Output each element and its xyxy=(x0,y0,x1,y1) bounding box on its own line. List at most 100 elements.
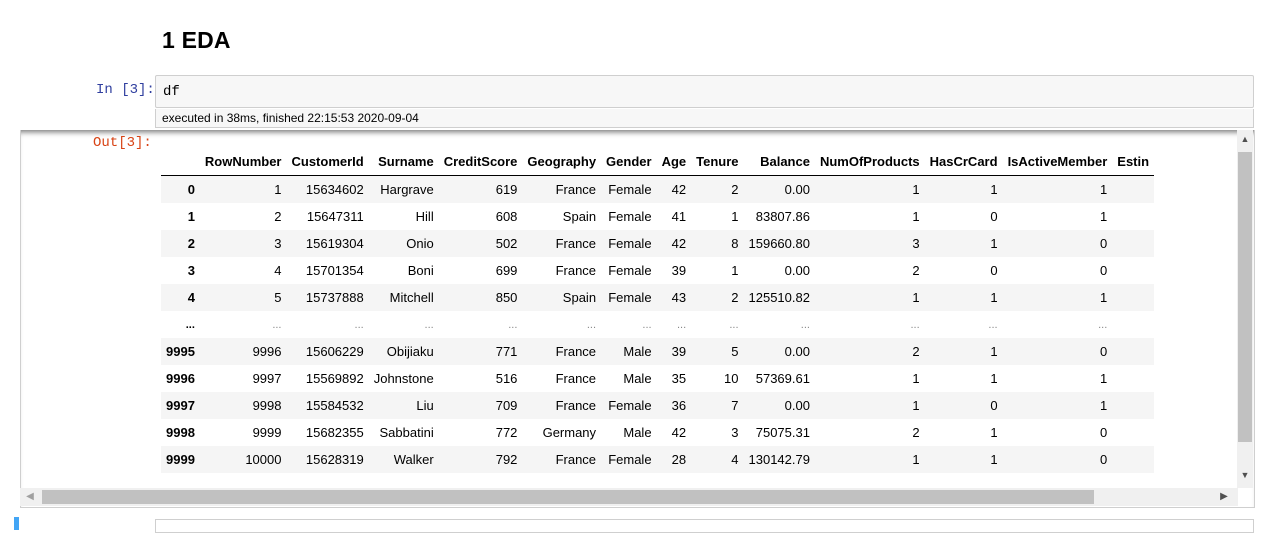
column-header: Tenure xyxy=(691,147,744,176)
table-cell: 0 xyxy=(1100,425,1108,440)
vertical-scroll-thumb[interactable] xyxy=(1238,152,1252,442)
column-header: Estin xyxy=(1112,147,1155,176)
table-cell: Male xyxy=(623,344,652,359)
vertical-scrollbar[interactable]: ▲ ▼ xyxy=(1237,130,1253,488)
row-index: 9995 xyxy=(166,344,195,359)
table-cell: 0.00 xyxy=(784,398,810,413)
table-cell xyxy=(1112,176,1154,204)
output-prompt: Out[3]: xyxy=(93,135,152,151)
table-cell: Walker xyxy=(393,452,434,467)
table-cell: 15569892 xyxy=(305,371,364,386)
table-cell: 1 xyxy=(990,425,998,440)
table-cell: 502 xyxy=(495,236,518,251)
table-cell: 1 xyxy=(990,182,998,197)
table-cell: 9999 xyxy=(252,425,282,440)
table-row: 2 3 15619304 Onio 502 France Female 42 8 159660.8… xyxy=(161,230,1155,257)
next-code-cell[interactable] xyxy=(155,519,1254,533)
table-row: 1 2 15647311 Hill 608 Spain Female 41 1 83807.86 1… xyxy=(161,203,1154,230)
table-cell: France xyxy=(555,236,597,251)
table-cell: France xyxy=(555,344,597,359)
table-cell: 709 xyxy=(495,398,518,413)
table-cell: 2 xyxy=(274,209,282,224)
code-cell-editor[interactable]: df xyxy=(155,75,1254,108)
table-cell: Johnstone xyxy=(373,371,434,386)
horizontal-scroll-thumb[interactable] xyxy=(42,490,1094,504)
table-cell: 4 xyxy=(731,452,739,467)
table-cell: Female xyxy=(608,182,652,197)
dataframe-table: RowNumber CustomerId Surname CreditScore Geo… xyxy=(161,147,1155,473)
row-index: 9996 xyxy=(166,371,195,386)
column-header: NumOfProducts xyxy=(814,147,925,176)
scroll-left-icon[interactable]: ◀ xyxy=(22,488,38,506)
table-cell: 1 xyxy=(990,236,998,251)
table-cell xyxy=(1112,203,1154,230)
horizontal-scrollbar[interactable]: ◀ ▶ xyxy=(20,488,1238,506)
table-cell: 619 xyxy=(495,182,518,197)
table-cell: 15634602 xyxy=(305,182,364,197)
table-row: 0 1 15634602 Hargrave 619 France Female 42 2 0.00… xyxy=(161,175,1155,204)
table-cell: 1 xyxy=(912,209,920,224)
table-row: ....................................... xyxy=(161,311,1154,338)
table-cell: 15647311 xyxy=(306,209,364,224)
table-cell: 0 xyxy=(990,209,998,224)
table-cell: 771 xyxy=(495,344,518,359)
table-cell: 2 xyxy=(731,182,739,197)
table-cell: Boni xyxy=(407,263,434,278)
scroll-down-icon[interactable]: ▼ xyxy=(1237,468,1253,482)
table-cell: 0 xyxy=(1100,452,1108,467)
table-cell: 2 xyxy=(731,290,739,305)
table-row: 9997 9998 15584532 Liu 709 France Female 36 7 0.0… xyxy=(161,392,1155,419)
table-cell: 28 xyxy=(671,452,687,467)
table-cell: ... xyxy=(910,318,920,331)
column-header: Age xyxy=(656,147,692,176)
table-cell: Germany xyxy=(542,425,597,440)
table-cell: Obijiaku xyxy=(386,344,434,359)
table-cell: Female xyxy=(608,452,652,467)
row-index: 3 xyxy=(187,263,195,278)
table-cell: 3 xyxy=(274,236,282,251)
table-cell: 15737888 xyxy=(305,290,364,305)
table-cell: 0.00 xyxy=(784,263,810,278)
table-cell: 1 xyxy=(1100,371,1108,386)
table-cell: 1 xyxy=(912,290,920,305)
table-cell: ... xyxy=(354,318,364,331)
table-cell: 1 xyxy=(731,263,739,278)
table-cell: 125510.82 xyxy=(748,290,810,305)
table-cell: 516 xyxy=(495,371,518,386)
table-cell: 4 xyxy=(274,263,282,278)
execution-time-info: executed in 38ms, finished 22:15:53 2020… xyxy=(155,109,1254,128)
row-index: 9998 xyxy=(166,425,195,440)
table-cell: 7 xyxy=(731,398,739,413)
table-cell: ... xyxy=(508,318,518,331)
table-cell: 2 xyxy=(912,263,920,278)
table-cell: 42 xyxy=(671,236,687,251)
table-cell: 15628319 xyxy=(305,452,364,467)
code-text[interactable]: df xyxy=(163,84,180,100)
section-heading: 1 EDA xyxy=(162,27,231,53)
table-cell: 3 xyxy=(912,236,920,251)
table-cell: Spain xyxy=(562,290,597,305)
table-cell: 130142.79 xyxy=(748,452,810,467)
scroll-up-icon[interactable]: ▲ xyxy=(1237,132,1253,146)
table-cell: Female xyxy=(608,263,652,278)
table-body: 0 1 15634602 Hargrave 619 France Female 42 2 0.00… xyxy=(161,175,1155,473)
table-cell: ... xyxy=(676,318,687,331)
table-cell: 2 xyxy=(912,425,920,440)
scroll-right-icon[interactable]: ▶ xyxy=(1216,488,1232,506)
table-cell: 5 xyxy=(274,290,282,305)
table-cell: 15682355 xyxy=(305,425,364,440)
table-cell: 772 xyxy=(495,425,518,440)
table-cell: Liu xyxy=(416,398,434,413)
table-cell: France xyxy=(555,398,597,413)
column-header: HasCrCard xyxy=(924,147,1003,176)
table-cell: 39 xyxy=(671,263,687,278)
table-cell: ... xyxy=(800,318,810,331)
table-cell: 83807.86 xyxy=(755,209,810,224)
table-cell: 5 xyxy=(731,344,739,359)
table-cell: 0.00 xyxy=(784,344,810,359)
dataframe-container: RowNumber CustomerId Surname CreditScore Geo… xyxy=(161,147,1237,477)
table-cell xyxy=(1112,230,1154,257)
table-cell xyxy=(1112,365,1154,392)
table-cell: Male xyxy=(623,425,652,440)
table-row: 9999 10000 15628319 Walker 792 France Female 28… xyxy=(161,446,1155,473)
